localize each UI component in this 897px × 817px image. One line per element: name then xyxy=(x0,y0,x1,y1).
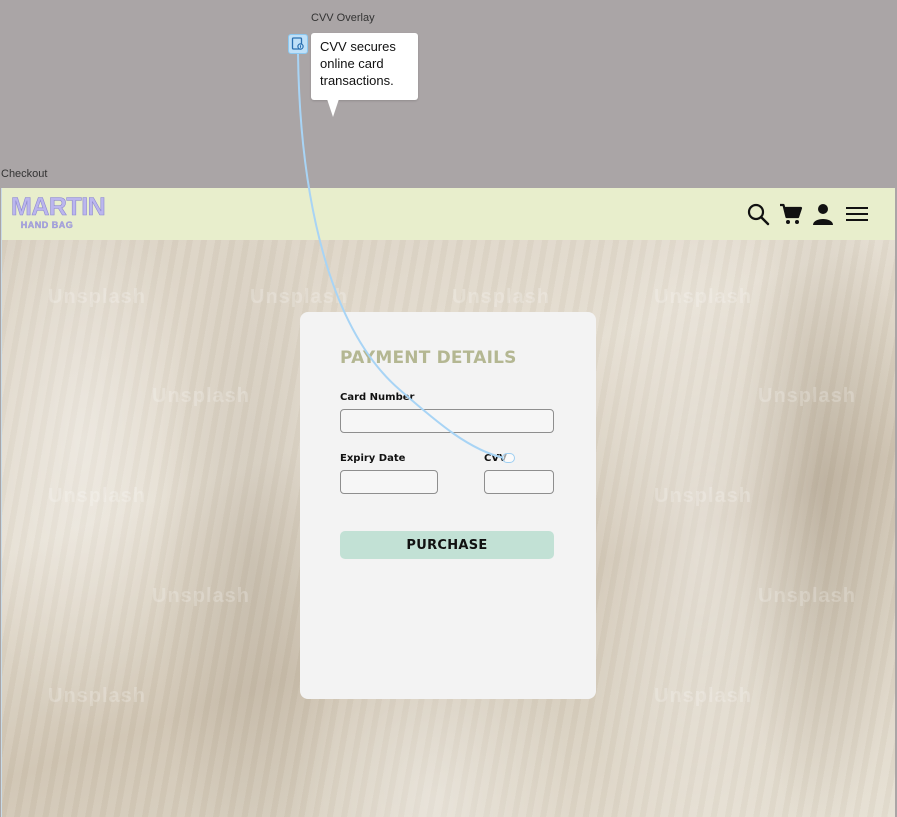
expiry-date-label: Expiry Date xyxy=(340,453,406,464)
overlay-frame-label: CVV Overlay xyxy=(311,12,375,24)
watermark-text: Unsplash xyxy=(654,286,753,308)
watermark-text: Unsplash xyxy=(452,286,551,308)
search-icon[interactable] xyxy=(746,202,770,226)
user-icon[interactable] xyxy=(811,202,835,226)
watermark-text: Unsplash xyxy=(758,585,857,607)
logo-sub-text: HAND BAG xyxy=(20,220,74,230)
tooltip-text: CVV secures online card transactions. xyxy=(320,39,396,88)
brand-logo[interactable]: MARTIN HAND BAG xyxy=(11,193,106,234)
card-number-input[interactable] xyxy=(340,409,554,433)
watermark-text: Unsplash xyxy=(48,685,147,707)
checkout-frame: Unsplash Unsplash Unsplash Unsplash Unsp… xyxy=(1,188,895,817)
site-header: MARTIN HAND BAG xyxy=(2,188,895,240)
menu-icon[interactable] xyxy=(845,202,869,226)
watermark-text: Unsplash xyxy=(250,286,349,308)
watermark-text: Unsplash xyxy=(654,685,753,707)
payment-card: PAYMENT DETAILS Card Number Expiry Date … xyxy=(300,312,596,699)
cvv-tooltip: CVV secures online card transactions. xyxy=(311,33,418,100)
expiry-date-input[interactable] xyxy=(340,470,438,494)
checkout-frame-label: Checkout xyxy=(1,168,48,180)
prototype-node-icon[interactable] xyxy=(288,34,308,54)
watermark-text: Unsplash xyxy=(48,485,147,507)
purchase-button[interactable]: PURCHASE xyxy=(340,531,554,559)
connector-endpoint xyxy=(502,453,515,463)
cvv-input[interactable] xyxy=(484,470,554,494)
watermark-text: Unsplash xyxy=(152,585,251,607)
watermark-text: Unsplash xyxy=(152,385,251,407)
watermark-text: Unsplash xyxy=(758,385,857,407)
logo-main-text: MARTIN xyxy=(11,193,106,221)
card-number-label: Card Number xyxy=(340,392,415,403)
watermark-text: Unsplash xyxy=(48,286,147,308)
payment-title: PAYMENT DETAILS xyxy=(340,348,517,368)
watermark-text: Unsplash xyxy=(654,485,753,507)
cart-icon[interactable] xyxy=(779,202,803,226)
tooltip-tail xyxy=(327,99,339,117)
